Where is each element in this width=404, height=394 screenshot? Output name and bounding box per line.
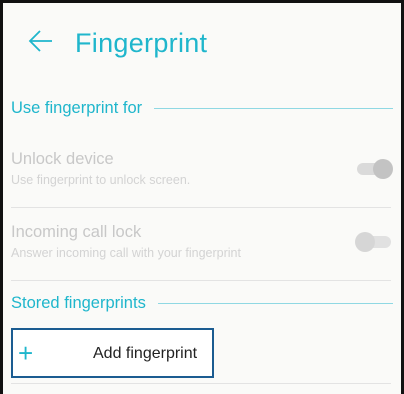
section-header-stored-fingerprints: Stored fingerprints [11, 291, 393, 315]
plus-icon: + [18, 338, 34, 368]
section-divider [154, 107, 393, 109]
section-header-use-fingerprint: Use fingerprint for [11, 96, 393, 120]
row-divider [11, 280, 391, 281]
section-label: Use fingerprint for [11, 98, 143, 117]
section-divider [157, 302, 393, 304]
setting-incoming-call-lock[interactable]: Incoming call lock Answer incoming call … [11, 217, 393, 287]
settings-screen: Fingerprint Use fingerprint for Unlock d… [0, 0, 404, 394]
unlock-device-toggle[interactable] [355, 159, 393, 179]
setting-subtitle: Answer incoming call with your fingerpri… [11, 246, 241, 260]
add-fingerprint-button[interactable]: + Add fingerprint [11, 328, 214, 378]
setting-subtitle: Use fingerprint to unlock screen. [11, 173, 191, 187]
incoming-call-lock-toggle[interactable] [355, 232, 393, 252]
row-divider [11, 207, 391, 208]
arrow-left-icon [28, 30, 52, 52]
page-title: Fingerprint [75, 28, 208, 58]
add-fingerprint-label: Add fingerprint [93, 345, 198, 362]
back-button[interactable] [27, 27, 55, 55]
row-divider [11, 383, 391, 384]
setting-title: Incoming call lock [11, 223, 142, 241]
toggle-thumb [373, 159, 393, 179]
section-label: Stored fingerprints [11, 293, 146, 312]
setting-title: Unlock device [11, 150, 114, 168]
setting-unlock-device[interactable]: Unlock device Use fingerprint to unlock … [11, 144, 393, 214]
app-bar: Fingerprint [3, 3, 401, 88]
toggle-thumb [355, 232, 375, 252]
